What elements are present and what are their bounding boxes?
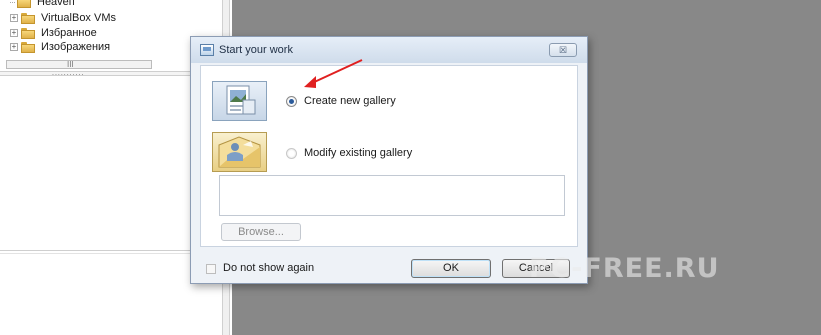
- expand-icon[interactable]: +: [10, 14, 18, 22]
- folder-pictures-icon: [21, 41, 35, 53]
- tree-item-label: VirtualBox VMs: [41, 12, 116, 24]
- ok-button[interactable]: OK: [411, 259, 491, 278]
- tree-item-favorites[interactable]: + Избранное: [10, 26, 97, 40]
- dialog-title: Start your work: [219, 44, 293, 56]
- do-not-show-again-checkbox[interactable]: [206, 264, 216, 274]
- do-not-show-again-label[interactable]: Do not show again: [223, 262, 314, 274]
- create-new-gallery-label[interactable]: Create new gallery: [304, 95, 396, 107]
- expand-icon[interactable]: +: [10, 43, 18, 51]
- modify-existing-gallery-label[interactable]: Modify existing gallery: [304, 147, 412, 159]
- splitter-grip[interactable]: ...........: [52, 70, 84, 77]
- gallery-path-field[interactable]: [219, 175, 565, 216]
- tree-item-label: Неаvеп: [37, 0, 75, 8]
- pane-splitter[interactable]: [0, 71, 212, 76]
- close-button[interactable]: ☒: [549, 43, 577, 57]
- folder-icon: [17, 0, 31, 8]
- tree-item-label: Изображения: [41, 41, 111, 53]
- tree-item-label: Избранное: [41, 27, 97, 39]
- horizontal-scrollbar[interactable]: [6, 60, 152, 69]
- scrollbar-grip[interactable]: III: [67, 60, 74, 69]
- existing-gallery-icon[interactable]: [212, 132, 267, 172]
- new-gallery-icon[interactable]: [212, 81, 267, 121]
- tree-connector: [10, 1, 15, 3]
- modify-existing-gallery-radio[interactable]: [286, 148, 297, 159]
- tree-item-pictures[interactable]: + Изображения: [10, 40, 110, 54]
- watermark: PC-FREE.RU: [529, 253, 720, 284]
- folder-icon: [21, 12, 35, 24]
- browse-button[interactable]: Browse...: [221, 223, 301, 241]
- create-new-gallery-radio[interactable]: [286, 96, 297, 107]
- tree-item-heaven[interactable]: Неаvеп: [10, 0, 75, 9]
- tree-item-virtualbox-vms[interactable]: + VirtualBox VMs: [10, 11, 116, 25]
- explorer-tree-pane: Неаvеп + VirtualBox VMs + Избранное + Из…: [0, 0, 222, 335]
- start-your-work-dialog: Start your work ☒ Create new gallery Mod…: [190, 36, 588, 284]
- folder-star-icon: [21, 27, 35, 39]
- expand-icon[interactable]: +: [10, 29, 18, 37]
- annotation-arrow-icon: [304, 59, 363, 88]
- close-icon: ☒: [558, 45, 568, 55]
- app-window-icon: [200, 44, 214, 56]
